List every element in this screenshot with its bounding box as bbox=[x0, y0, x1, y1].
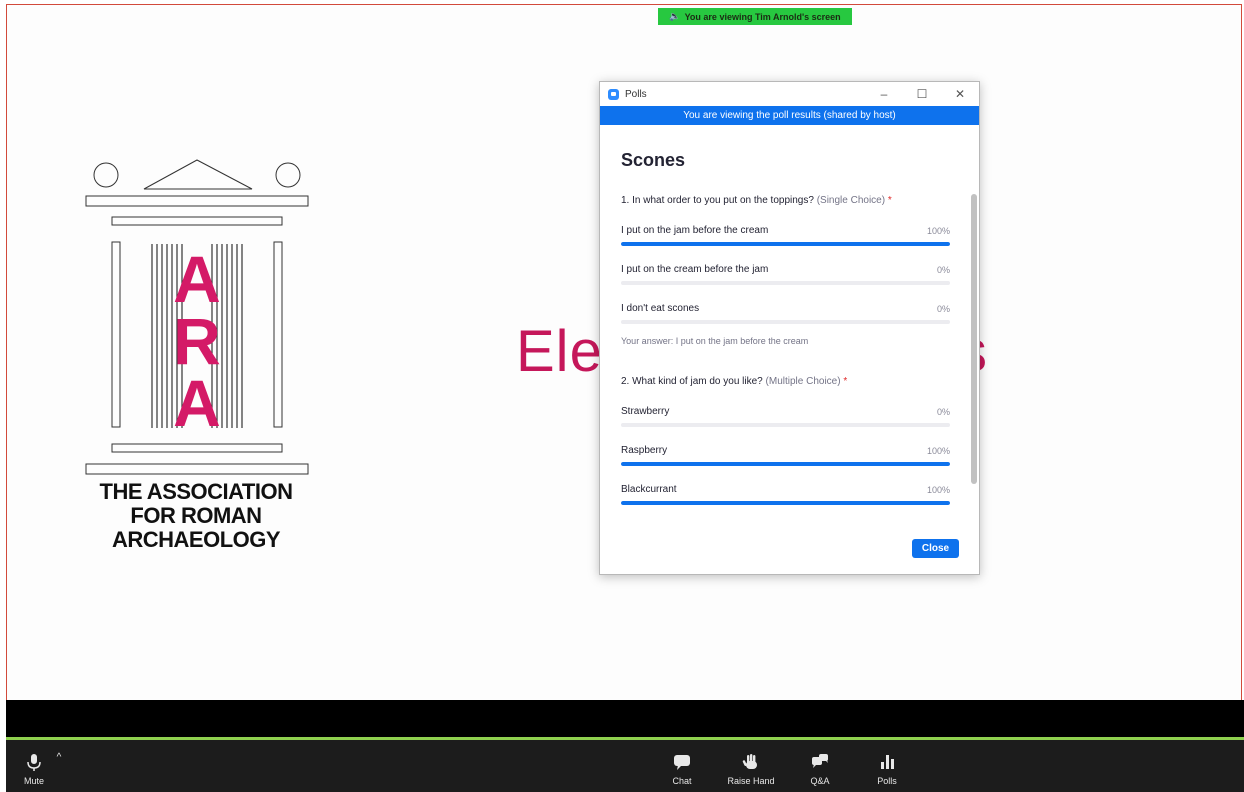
option-label: I don't eat scones bbox=[621, 303, 700, 314]
scrollbar-thumb[interactable] bbox=[971, 194, 977, 484]
option-label: Blackcurrant bbox=[621, 484, 677, 495]
chat-label: Chat bbox=[672, 776, 692, 786]
result-bar-track bbox=[621, 501, 950, 505]
option-percent: 0% bbox=[936, 304, 950, 314]
logo-letter-a-bottom: A bbox=[173, 366, 221, 440]
viewing-screen-banner[interactable]: 🔈 You are viewing Tim Arnold's screen bbox=[658, 8, 852, 25]
question-text: 1. In what order to you put on the toppi… bbox=[621, 195, 814, 206]
question-1: 1. In what order to you put on the toppi… bbox=[621, 195, 892, 206]
result-bar-track bbox=[621, 462, 950, 466]
option-label: I put on the jam before the cream bbox=[621, 225, 769, 236]
required-mark: * bbox=[887, 195, 892, 206]
ara-logo-graphic: A R A bbox=[85, 159, 309, 475]
result-bar-fill bbox=[621, 242, 950, 246]
option-label: Strawberry bbox=[621, 406, 670, 417]
option-percent: 100% bbox=[926, 446, 950, 456]
polls-icon bbox=[881, 755, 894, 769]
polls-button[interactable]: Polls bbox=[868, 740, 906, 792]
raise-hand-label: Raise Hand bbox=[727, 776, 775, 786]
result-bar-fill bbox=[621, 501, 950, 505]
mute-button[interactable]: Mute bbox=[18, 740, 50, 792]
logo-text-line-2: FOR ROMAN bbox=[130, 503, 262, 528]
question-type: (Multiple Choice) bbox=[765, 376, 841, 387]
result-bar-track bbox=[621, 423, 950, 427]
raise-hand-button[interactable]: Raise Hand bbox=[720, 740, 782, 792]
qa-icon bbox=[812, 754, 828, 768]
question-text: 2. What kind of jam do you like? bbox=[621, 376, 763, 387]
option-label: I put on the cream before the jam bbox=[621, 264, 769, 275]
close-button[interactable]: Close bbox=[912, 539, 959, 558]
question-2: 2. What kind of jam do you like? (Multip… bbox=[621, 376, 847, 387]
zoom-app-icon bbox=[608, 88, 619, 100]
mute-label: Mute bbox=[23, 776, 44, 786]
microphone-icon bbox=[27, 754, 41, 771]
poll-title: Scones bbox=[621, 150, 686, 170]
logo-text-line-1: THE ASSOCIATION bbox=[99, 479, 293, 504]
result-bar-fill bbox=[621, 462, 950, 466]
chat-button[interactable]: Chat bbox=[662, 740, 702, 792]
raise-hand-icon bbox=[742, 754, 757, 769]
viewing-screen-text: You are viewing Tim Arnold's screen bbox=[684, 11, 841, 22]
option-percent: 0% bbox=[936, 265, 950, 275]
maximize-icon[interactable]: ☐ bbox=[912, 86, 932, 102]
qa-label: Q&A bbox=[810, 776, 830, 786]
video-strip bbox=[6, 700, 1244, 737]
required-mark: * bbox=[843, 376, 848, 387]
result-bar-track bbox=[621, 320, 950, 324]
speaker-icon: 🔈 bbox=[669, 11, 681, 21]
polls-label: Polls bbox=[877, 776, 897, 786]
result-bar-track bbox=[621, 281, 950, 285]
minimize-icon[interactable]: – bbox=[874, 86, 894, 102]
close-icon[interactable]: ✕ bbox=[950, 86, 970, 102]
result-bar-track bbox=[621, 242, 950, 246]
chat-icon bbox=[674, 755, 690, 770]
option-percent: 0% bbox=[936, 407, 950, 417]
your-answer: Your answer: I put on the jam before the… bbox=[621, 336, 809, 346]
option-label: Raspberry bbox=[621, 445, 668, 456]
poll-results-banner: You are viewing the poll results (shared… bbox=[600, 106, 979, 125]
polls-window-title: Polls bbox=[625, 88, 647, 100]
ara-logo: A R A THE ASSOCIATION FOR ROMAN ARCHAEOL… bbox=[80, 152, 312, 552]
question-type: (Single Choice) bbox=[816, 195, 886, 206]
polls-titlebar[interactable]: Polls – ☐ ✕ bbox=[600, 82, 979, 106]
option-percent: 100% bbox=[926, 485, 950, 495]
polls-window[interactable]: Polls – ☐ ✕ You are viewing the poll res… bbox=[599, 81, 980, 575]
meeting-toolbar: Mute ^ Chat Raise Hand Q&A Polls bbox=[6, 740, 1244, 792]
qa-button[interactable]: Q&A bbox=[802, 740, 838, 792]
logo-text-line-3: ARCHAEOLOGY bbox=[111, 527, 281, 552]
audio-options-caret[interactable]: ^ bbox=[52, 732, 66, 784]
option-percent: 100% bbox=[926, 226, 950, 236]
